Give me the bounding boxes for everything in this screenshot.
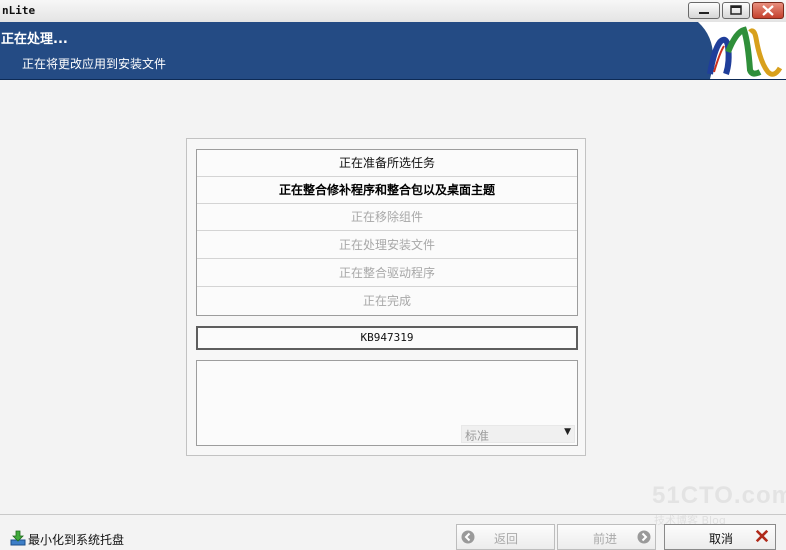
header-banner: 正在处理... 正在将更改应用到安装文件 bbox=[0, 22, 786, 80]
tray-download-icon bbox=[10, 530, 26, 546]
log-box: 标准 ▼ bbox=[196, 360, 578, 446]
cancel-x-icon bbox=[755, 529, 769, 543]
minimize-button[interactable] bbox=[688, 2, 720, 19]
page-subtitle: 正在将更改应用到安装文件 bbox=[22, 57, 167, 71]
forward-arrow-icon bbox=[637, 530, 651, 544]
back-button-label: 返回 bbox=[494, 532, 519, 546]
close-icon bbox=[762, 5, 774, 16]
task-item: 正在整合驱动程序 bbox=[197, 260, 577, 287]
page-title: 正在处理... bbox=[1, 32, 68, 47]
close-button[interactable] bbox=[752, 2, 784, 19]
task-list: 正在准备所选任务 正在整合修补程序和整合包以及桌面主题 正在移除组件 正在处理安… bbox=[196, 149, 578, 316]
current-item-field: KB947319 bbox=[196, 326, 578, 350]
maximize-button[interactable] bbox=[722, 2, 750, 19]
task-item: 正在移除组件 bbox=[197, 204, 577, 231]
next-button[interactable]: 前进 bbox=[557, 524, 656, 550]
priority-select[interactable]: 标准 ▼ bbox=[461, 425, 575, 443]
back-arrow-icon bbox=[461, 530, 475, 544]
footer-divider bbox=[0, 514, 786, 515]
minimize-to-tray-label: 最小化到系统托盘 bbox=[28, 533, 125, 547]
priority-select-value: 标准 bbox=[465, 429, 490, 443]
title-bar: nLite bbox=[0, 0, 786, 23]
next-button-label: 前进 bbox=[593, 532, 618, 546]
watermark: 51CTO.com 技术博客 Blog bbox=[652, 482, 786, 527]
cancel-button[interactable]: 取消 bbox=[664, 524, 776, 550]
cancel-button-label: 取消 bbox=[709, 532, 734, 546]
window-title: nLite bbox=[2, 4, 36, 17]
watermark-main: 51CTO.com bbox=[652, 482, 786, 509]
nlite-logo bbox=[698, 22, 786, 79]
task-item: 正在完成 bbox=[362, 294, 411, 308]
maximize-icon bbox=[730, 5, 742, 15]
task-item: 正在准备所选任务 bbox=[197, 150, 577, 177]
task-item: 正在整合修补程序和整合包以及桌面主题 bbox=[197, 177, 577, 204]
minimize-icon bbox=[699, 12, 709, 14]
progress-panel: 正在准备所选任务 正在整合修补程序和整合包以及桌面主题 正在移除组件 正在处理安… bbox=[186, 138, 586, 456]
chevron-down-icon: ▼ bbox=[564, 427, 571, 437]
back-button[interactable]: 返回 bbox=[456, 524, 555, 550]
task-item: 正在处理安装文件 bbox=[197, 232, 577, 259]
